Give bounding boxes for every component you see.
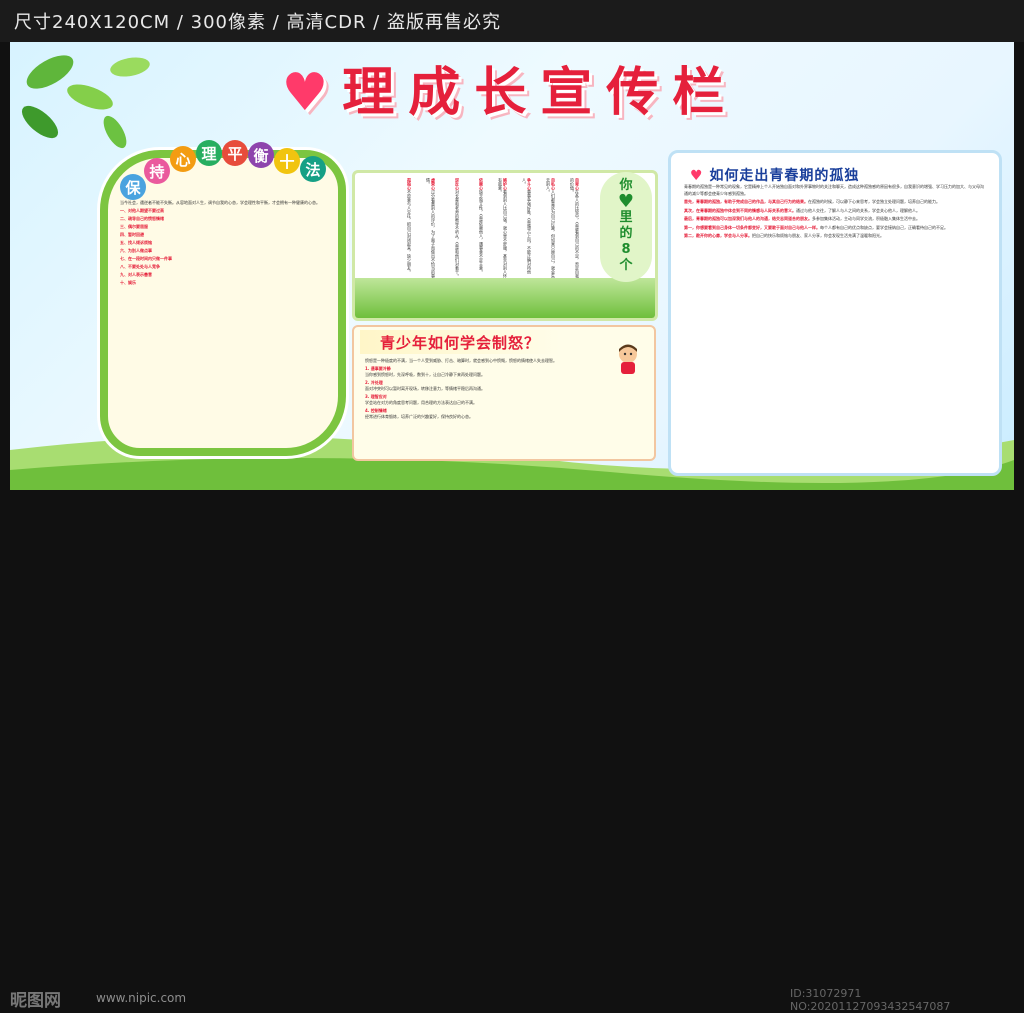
title-char: 衡 — [248, 142, 274, 168]
title-char: 持 — [144, 158, 170, 184]
paragraph: 第一，你想要看到自己身体一切条件都变好，又要敢于面对自己与他人一样。每个人都有自… — [684, 224, 948, 230]
paragraph: 首先，青春期的孤独，有助于完成自己的作品，与其自己行为的结果。在孤独的时候，可以… — [684, 199, 940, 204]
left-section: 九、对人表示善意 — [120, 272, 152, 277]
eight-weakness-badge: 你 ♥ 里 的 8 个 — [600, 172, 652, 282]
weakness-column: 孤独心不愿意与人交往，把自己封闭起来，缺少朋友。 — [407, 178, 412, 274]
heart-icon: ♥ — [281, 62, 343, 123]
weakness-column: 依赖心缺乏独立性，总是依赖他人，遇事拿不定主意。 — [479, 178, 484, 274]
anger-title: 青少年如何学会制怒？ — [380, 334, 541, 352]
paragraph: 第二，敞开你的心扉，学会与人分享。把自己的快乐和烦恼与朋友、家人分享，你会发现生… — [684, 233, 884, 238]
watermark-id: ID:31072971 NO:20201127093432547087 — [790, 987, 951, 1013]
weakness-columns: 自卑心在各人的比较中，总是看到自己的不足，否定自我的价值。 自私心人们都喜欢为自… — [360, 178, 580, 278]
spec-text: 尺寸240X120CM / 300像素 / 高清CDR / 盗版再售必究 — [14, 12, 501, 33]
loneliness-text: 青春期的孤独是一种常见的现象，它是精神上个人开始独自面对和外界事物时的关注和聊天… — [684, 184, 984, 454]
left-section: 二、疏导自己的愤怒情绪 — [120, 216, 164, 221]
left-section: 十、娱乐 — [120, 280, 136, 285]
anger-section-text: 学会站在对方的角度思考问题，用合理的方法表达自己的不满。 — [365, 400, 477, 405]
anger-section-text: 经常进行体育锻炼，培养广泛的兴趣爱好，保持良好的心态。 — [365, 414, 473, 419]
title-char: 十 — [274, 148, 300, 174]
badge-char: 里 — [619, 210, 633, 225]
grass-strip — [355, 278, 655, 318]
left-intro: 当今社会，遇逆者不能不失衡。从容地面对人生，调节自我的心态，学会理性和平衡，才会… — [120, 200, 320, 205]
paragraph: 其次，在青春期的孤独中体会到不同的情感与人际关系的意义。通过与他人交往，了解人与… — [684, 207, 920, 213]
heart-icon: ♥ — [617, 191, 635, 212]
watermark-url: www.nipic.com — [96, 991, 187, 1005]
main-title: ♥理成长宣传栏 — [190, 50, 830, 123]
left-panel-text: 当今社会，遇逆者不能不失衡。从容地面对人生，调节自我的心态，学会理性和平衡，才会… — [120, 200, 320, 430]
watermark-logo: 昵图网 — [10, 991, 61, 1011]
anger-intro: 愤怒是一种极度的不满，当一个人受到威胁、打击、暗算时，就会感到心中愤慨，愤怒的情… — [365, 358, 557, 363]
title-char: 法 — [300, 156, 326, 182]
spec-bar: 尺寸240X120CM / 300像素 / 高清CDR / 盗版再售必究 — [0, 0, 1024, 42]
left-section: 五、找人倾诉烦恼 — [120, 240, 152, 245]
heart-icon: ♥ — [690, 168, 710, 184]
left-section: 八、不要处处与人竞争 — [120, 264, 160, 269]
weakness-column: 争斗心事事争强好胜，总是想占上风，不能正确对待他人。 — [522, 178, 532, 274]
title-char: 平 — [222, 140, 248, 166]
weakness-column: 自私心人们都喜欢为自己打算，但如果只顾自己，就会失去别人。 — [546, 178, 556, 278]
anger-text: 愤怒是一种极度的不满，当一个人受到威胁、打击、暗算时，就会感到心中愤慨，愤怒的情… — [365, 358, 640, 453]
badge-char: 个 — [619, 258, 633, 273]
title-char: 心 — [170, 146, 196, 172]
title-char: 保 — [120, 174, 146, 200]
weakness-column: 嫉妒心看到别人比自己强，就心里不舒服，甚至对别人怀有敌意。 — [498, 178, 508, 278]
badge-char: 的 — [619, 226, 633, 241]
paragraph: 最后，青春期的孤独可以加深我们与他人的沟通，结交志同道合的朋友。多参加集体活动，… — [684, 216, 920, 221]
weakness-column: 虚荣心过分看重别人的评价，为了面子而做出不恰当的事情。 — [426, 178, 436, 278]
weakness-column: 自卑心在各人的比较中，总是看到自己的不足，否定自我的价值。 — [570, 178, 580, 278]
left-section: 四、暂时回避 — [120, 232, 144, 237]
weakness-column: 逆反心对长辈和老师的教导不听从，总是和他们对着干。 — [455, 178, 460, 278]
left-section: 三、偶尔要屈服 — [120, 224, 148, 229]
left-section: 一、对他人期望不要过高 — [120, 208, 164, 213]
anger-section-text: 面对冲突时可以暂时离开现场，转移注意力，等情绪平稳后再沟通。 — [365, 386, 485, 391]
title-char: 理 — [196, 140, 222, 166]
left-section: 七、在一段时间内只做一件事 — [120, 256, 172, 261]
left-panel-title: 保 持 心 理 平 衡 十 法 — [120, 140, 340, 200]
main-title-text: 理成长宣传栏 — [342, 62, 739, 123]
loneliness-title: ♥ 如何走出青春期的孤独 — [690, 168, 860, 184]
left-section: 六、为别人做点事 — [120, 248, 152, 253]
paragraph: 青春期的孤独是一种常见的现象，它是精神上个人开始独自面对和外界事物时的关注和聊天… — [684, 184, 984, 196]
anger-section-text: 当你感到愤怒时，先深呼吸，数到十，让自己冷静下来再处理问题。 — [365, 372, 485, 377]
badge-char: 8 — [621, 242, 631, 257]
